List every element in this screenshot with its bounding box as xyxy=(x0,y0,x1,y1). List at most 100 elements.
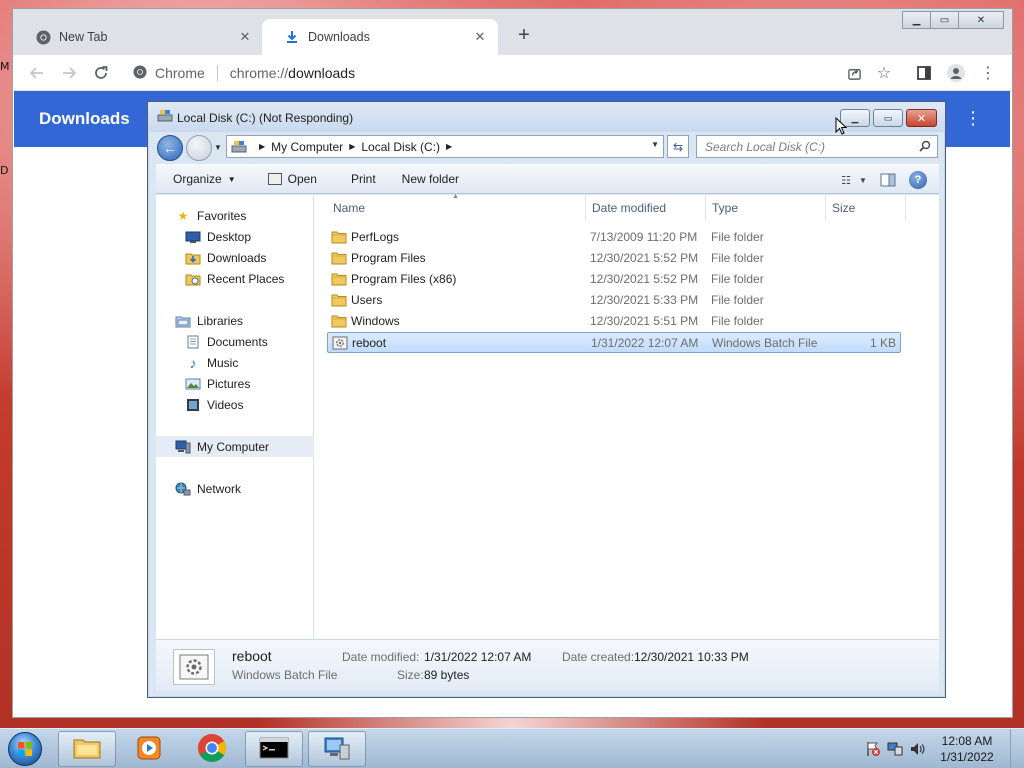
file-type: File folder xyxy=(711,272,764,286)
details-file-name: reboot xyxy=(232,648,272,664)
bookmark-star-icon[interactable]: ☆ xyxy=(872,61,896,85)
table-row-selected[interactable]: reboot 1/31/2022 12:07 AM Windows Batch … xyxy=(327,332,901,353)
taskbar-command-prompt[interactable] xyxy=(245,731,303,767)
show-desktop-button[interactable] xyxy=(1010,729,1024,768)
file-size: 1 KB xyxy=(869,336,896,350)
change-view-button[interactable]: ☷ ▼ xyxy=(835,169,873,191)
chevron-right-icon[interactable]: ▶ xyxy=(446,142,452,151)
sidebar-item-downloads[interactable]: Downloads xyxy=(156,247,314,268)
close-icon[interactable]: ✕ xyxy=(237,29,253,45)
reload-icon[interactable] xyxy=(89,61,113,85)
volume-icon[interactable] xyxy=(906,741,928,757)
back-arrow-icon[interactable]: ← xyxy=(157,135,183,161)
sidebar-item-favorites[interactable]: ★ Favorites xyxy=(156,205,314,226)
chevron-right-icon[interactable]: ▶ xyxy=(349,142,355,151)
table-row[interactable]: Program Files 12/30/2021 5:52 PM File fo… xyxy=(327,248,901,269)
new-tab-button[interactable]: + xyxy=(513,25,535,47)
sidebar-item-label: Pictures xyxy=(207,376,251,391)
details-size: 89 bytes xyxy=(424,668,470,682)
file-name: Windows xyxy=(351,314,400,328)
column-header-size[interactable]: Size xyxy=(826,195,906,221)
share-icon[interactable] xyxy=(842,61,866,85)
column-label: Name xyxy=(333,201,366,215)
table-row[interactable]: Windows 12/30/2021 5:51 PM File folder xyxy=(327,311,901,332)
view-details-icon: ☷ xyxy=(841,174,851,187)
network-status-icon[interactable] xyxy=(884,741,906,757)
table-row[interactable]: Users 12/30/2021 5:33 PM File folder xyxy=(327,290,901,311)
minimize-button[interactable]: ▁ xyxy=(902,11,931,29)
explorer-title-bar[interactable]: Local Disk (C:) (Not Responding) ▁ ▭ ✕ xyxy=(148,102,945,132)
column-header-date-modified[interactable]: Date modified xyxy=(586,195,706,221)
column-header-type[interactable]: Type xyxy=(706,195,826,221)
navigation-pane: ★ Favorites Desktop Downloads Recent Pla… xyxy=(156,195,314,639)
desktop-icon-label-partial[interactable]: D xyxy=(0,164,8,177)
close-icon[interactable]: ✕ xyxy=(472,29,488,45)
clock[interactable]: 12:08 AM 1/31/2022 xyxy=(928,733,1006,765)
sidebar-item-label: Favorites xyxy=(197,208,247,223)
table-row[interactable]: Program Files (x86) 12/30/2021 5:52 PM F… xyxy=(327,269,901,290)
side-panel-icon[interactable] xyxy=(912,61,936,85)
search-input[interactable] xyxy=(705,139,915,154)
folder-icon xyxy=(331,293,347,307)
network-icon xyxy=(175,482,191,496)
kebab-menu-icon[interactable]: ⋮ xyxy=(964,108,982,129)
open-button[interactable]: Open xyxy=(259,167,326,191)
chevron-down-icon: ▼ xyxy=(858,175,867,185)
print-button[interactable]: Print xyxy=(342,167,385,191)
table-row[interactable]: PerfLogs 7/13/2009 11:20 PM File folder xyxy=(327,227,901,248)
breadcrumb-local-disk[interactable]: Local Disk (C:) xyxy=(361,140,440,154)
column-header-name[interactable]: Name ▲ xyxy=(315,193,586,221)
sidebar-item-videos[interactable]: Videos xyxy=(156,394,314,415)
taskbar-network-window[interactable] xyxy=(308,731,366,767)
start-button[interactable] xyxy=(3,731,47,767)
omnibox-divider xyxy=(216,65,218,81)
taskbar-chrome[interactable] xyxy=(183,731,241,767)
restore-button[interactable]: ▭ xyxy=(930,11,959,29)
chevron-right-icon[interactable]: ▶ xyxy=(259,142,265,151)
sidebar-item-label: Downloads xyxy=(207,250,267,265)
explorer-body: ★ Favorites Desktop Downloads Recent Pla… xyxy=(156,193,939,639)
help-icon[interactable]: ? xyxy=(909,171,927,189)
sidebar-item-documents[interactable]: Documents xyxy=(156,331,314,352)
pictures-icon xyxy=(185,377,201,391)
back-arrow-icon[interactable] xyxy=(25,61,49,85)
recent-pages-dropdown-icon[interactable]: ▼ xyxy=(214,143,222,152)
breadcrumb-my-computer[interactable]: My Computer xyxy=(271,140,343,154)
tab-new-tab[interactable]: New Tab ✕ xyxy=(13,19,263,55)
close-button[interactable]: ✕ xyxy=(958,11,1004,29)
new-folder-button[interactable]: New folder xyxy=(393,167,468,191)
file-date: 7/13/2009 11:20 PM xyxy=(590,230,698,244)
sidebar-item-network[interactable]: Network xyxy=(156,478,314,499)
details-date-modified: 1/31/2022 12:07 AM xyxy=(424,650,532,664)
taskbar-media-player[interactable] xyxy=(120,731,178,767)
search-icon[interactable] xyxy=(919,140,931,155)
profile-avatar-icon[interactable] xyxy=(944,61,968,85)
sidebar-item-recent-places[interactable]: Recent Places xyxy=(156,268,314,289)
tab-downloads[interactable]: Downloads ✕ xyxy=(262,19,498,55)
sidebar-item-desktop[interactable]: Desktop xyxy=(156,226,314,247)
omnibox[interactable]: Chrome chrome://downloads xyxy=(123,59,881,87)
chevron-down-icon[interactable]: ▼ xyxy=(651,140,659,149)
desktop-icon xyxy=(185,230,201,244)
sidebar-item-music[interactable]: ♪ Music xyxy=(156,352,314,373)
address-bar[interactable]: ▶ My Computer ▶ Local Disk (C:) ▶ ▼ xyxy=(226,135,664,158)
preview-pane-button[interactable] xyxy=(873,169,903,191)
forward-arrow-icon[interactable] xyxy=(57,61,81,85)
refresh-icon[interactable]: ⇆ xyxy=(667,135,689,158)
organize-button[interactable]: Organize ▼ xyxy=(156,167,245,191)
open-label: Open xyxy=(287,172,317,186)
maximize-button[interactable]: ▭ xyxy=(873,109,903,127)
chrome-icon xyxy=(197,733,227,766)
kebab-menu-icon[interactable]: ⋮ xyxy=(976,61,1000,85)
file-type: Windows Batch File xyxy=(712,336,818,350)
close-button[interactable]: ✕ xyxy=(906,109,937,127)
taskbar-file-explorer[interactable] xyxy=(58,731,116,767)
sidebar-item-my-computer[interactable]: My Computer xyxy=(156,436,314,457)
sidebar-item-pictures[interactable]: Pictures xyxy=(156,373,314,394)
column-label: Date modified xyxy=(592,201,667,215)
action-center-flag-icon[interactable] xyxy=(862,741,884,757)
sidebar-item-libraries[interactable]: Libraries xyxy=(156,310,314,331)
forward-arrow-icon[interactable] xyxy=(186,135,212,161)
url-path: downloads xyxy=(288,65,356,81)
desktop-icon-label-partial[interactable]: M xyxy=(0,60,10,73)
